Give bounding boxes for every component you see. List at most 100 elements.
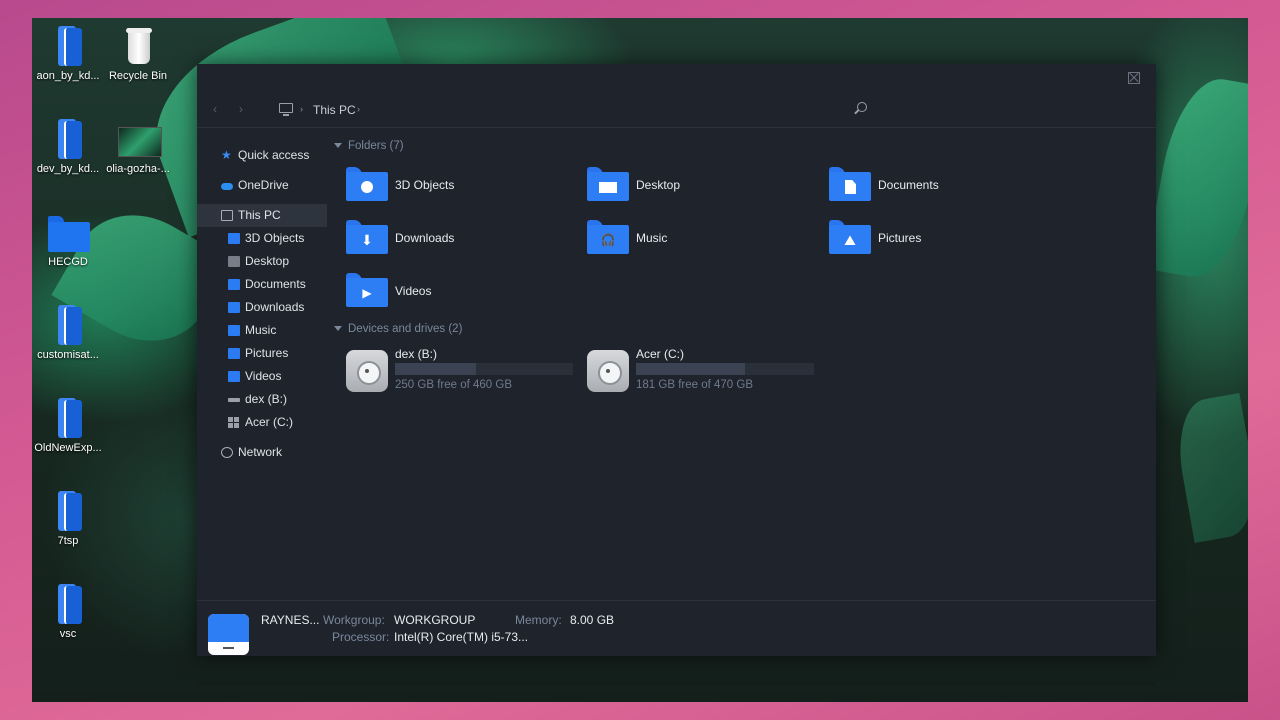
back-arrow-icon[interactable]: ‹ (213, 102, 217, 116)
cloud-icon (221, 183, 233, 190)
computer-icon[interactable] (279, 103, 293, 116)
videos-folder-icon (228, 371, 240, 382)
sidebar-item-downloads[interactable]: Downloads (197, 296, 327, 319)
drives-section-header[interactable]: Devices and drives (2) (334, 323, 462, 335)
music-folder-icon: 🎧 (587, 220, 629, 254)
desktop-glyph (599, 182, 617, 193)
play-icon: ▶ (362, 286, 372, 300)
breadcrumb-chevron-icon[interactable]: › (357, 104, 360, 114)
desktop-icon-olia[interactable]: olia-gozha-... (102, 117, 174, 175)
sidebar-item-label: Network (238, 445, 283, 459)
desktop-icon-recycle-bin[interactable]: Recycle Bin (102, 24, 174, 82)
sidebar-item-label: Downloads (245, 300, 305, 314)
folder-tile-pictures[interactable]: ⛰ Pictures (817, 218, 1037, 258)
stacked-files-icon (46, 396, 90, 440)
download-arrow-icon: ⬇ (361, 232, 373, 248)
desktop-icon-vsc[interactable]: vsc (32, 582, 104, 640)
sidebar-item-dex-drive[interactable]: dex (B:) (197, 388, 327, 411)
navigation-pane: ★ Quick access OneDrive This PC 3D Objec… (197, 142, 327, 464)
close-icon[interactable] (1128, 72, 1140, 84)
workgroup-value: WORKGROUP (394, 613, 476, 627)
folder-tile-music[interactable]: 🎧 Music (575, 218, 795, 258)
desktop-icon-dev[interactable]: dev_by_kd... (32, 117, 104, 175)
desktop-icon-label: Recycle Bin (108, 70, 168, 82)
desktop-icon-label: olia-gozha-... (106, 163, 170, 175)
3d-objects-folder-icon (346, 167, 388, 201)
folder-label: Videos (395, 284, 432, 298)
sidebar-item-label: 3D Objects (245, 231, 305, 245)
desktop-icon-aon[interactable]: aon_by_kd... (32, 24, 104, 82)
drive-free-space: 181 GB free of 470 GB (636, 379, 753, 391)
sidebar-item-this-pc[interactable]: This PC (197, 204, 327, 227)
folder-tile-documents[interactable]: Documents (817, 165, 1037, 205)
sidebar-item-acer-drive[interactable]: Acer (C:) (197, 411, 327, 434)
folder-tile-videos[interactable]: ▶ Videos (334, 271, 554, 311)
sidebar-item-label: Desktop (245, 254, 290, 268)
sidebar-item-label: Music (245, 323, 277, 337)
sidebar-item-pictures[interactable]: Pictures (197, 342, 327, 365)
folder-tile-downloads[interactable]: ⬇ Downloads (334, 218, 554, 258)
desktop-folder-icon (228, 256, 240, 267)
folder-label: 3D Objects (395, 178, 455, 192)
folders-section-header[interactable]: Folders (7) (334, 140, 404, 152)
image-file-icon (116, 117, 162, 161)
title-bar[interactable] (197, 64, 1156, 92)
sidebar-item-desktop[interactable]: Desktop (197, 250, 327, 273)
collapse-triangle-icon (334, 143, 342, 148)
folder-label: Pictures (878, 231, 922, 245)
windows-drive-icon (228, 417, 240, 428)
sidebar-item-onedrive[interactable]: OneDrive (197, 174, 327, 197)
drive-usage-bar (636, 363, 814, 375)
stacked-files-icon (46, 582, 90, 626)
drive-usage-fill (636, 363, 746, 375)
folder-tile-desktop[interactable]: Desktop (575, 165, 795, 205)
folder-label: Documents (878, 178, 939, 192)
stacked-files-icon (46, 24, 90, 68)
details-pane: RAYNES... Workgroup: WORKGROUP Memory: 8… (197, 600, 1156, 656)
processor-value: Intel(R) Core(TM) i5-73... (394, 630, 529, 644)
collapse-triangle-icon (334, 326, 342, 331)
forward-arrow-icon[interactable]: › (239, 102, 243, 116)
section-title: Folders (7) (348, 140, 404, 152)
pictures-folder-icon: ⛰ (829, 220, 871, 254)
sidebar-item-music[interactable]: Music (197, 319, 327, 342)
sidebar-item-label: This PC (238, 208, 281, 222)
desktop-icon-customisat[interactable]: customisat... (32, 303, 104, 361)
computer-icon (221, 210, 233, 221)
sidebar-item-label: Documents (245, 277, 306, 291)
sidebar-item-label: OneDrive (238, 178, 289, 192)
sidebar-item-documents[interactable]: Documents (197, 273, 327, 296)
folder-icon (46, 210, 90, 254)
desktop-icon-hecgd[interactable]: HECGD (32, 210, 104, 268)
sidebar-item-network[interactable]: Network (197, 441, 327, 464)
folder-label: Downloads (395, 231, 455, 245)
desktop-icon-label: aon_by_kd... (36, 70, 100, 82)
wallpaper-leaf (1170, 392, 1248, 544)
recycle-bin-icon (116, 24, 160, 68)
document-glyph (845, 180, 856, 194)
folder-label: Music (636, 231, 668, 245)
desktop-folder-icon (587, 167, 629, 201)
breadcrumb-chevron-icon[interactable]: › (300, 104, 303, 114)
pictures-folder-icon (228, 348, 240, 359)
3d-objects-glyph (361, 181, 373, 193)
desktop-icon-label: 7tsp (57, 535, 79, 547)
sidebar-item-videos[interactable]: Videos (197, 365, 327, 388)
section-title: Devices and drives (2) (348, 323, 463, 335)
drive-tile-acer[interactable]: Acer (C:) 181 GB free of 470 GB (575, 347, 815, 393)
drive-usage-fill (395, 363, 477, 375)
folder-tile-3d-objects[interactable]: 3D Objects (334, 165, 554, 205)
breadcrumb-this-pc[interactable]: This PC (313, 103, 356, 117)
memory-value: 8.00 GB (570, 613, 615, 627)
headphones-icon: 🎧 (600, 233, 616, 247)
sidebar-item-3d-objects[interactable]: 3D Objects (197, 227, 327, 250)
desktop-icon-7tsp[interactable]: 7tsp (32, 489, 104, 547)
desktop-icon-oldnewexp[interactable]: OldNewExp... (32, 396, 104, 454)
desktop-icon-label: HECGD (48, 256, 88, 268)
sidebar-item-quick-access[interactable]: ★ Quick access (197, 144, 327, 167)
drive-free-space: 250 GB free of 460 GB (395, 379, 512, 391)
workgroup-label: Workgroup: (323, 613, 385, 627)
wallpaper-leaf (1145, 71, 1248, 285)
search-icon[interactable] (857, 102, 867, 112)
drive-tile-dex[interactable]: dex (B:) 250 GB free of 460 GB (334, 347, 574, 393)
